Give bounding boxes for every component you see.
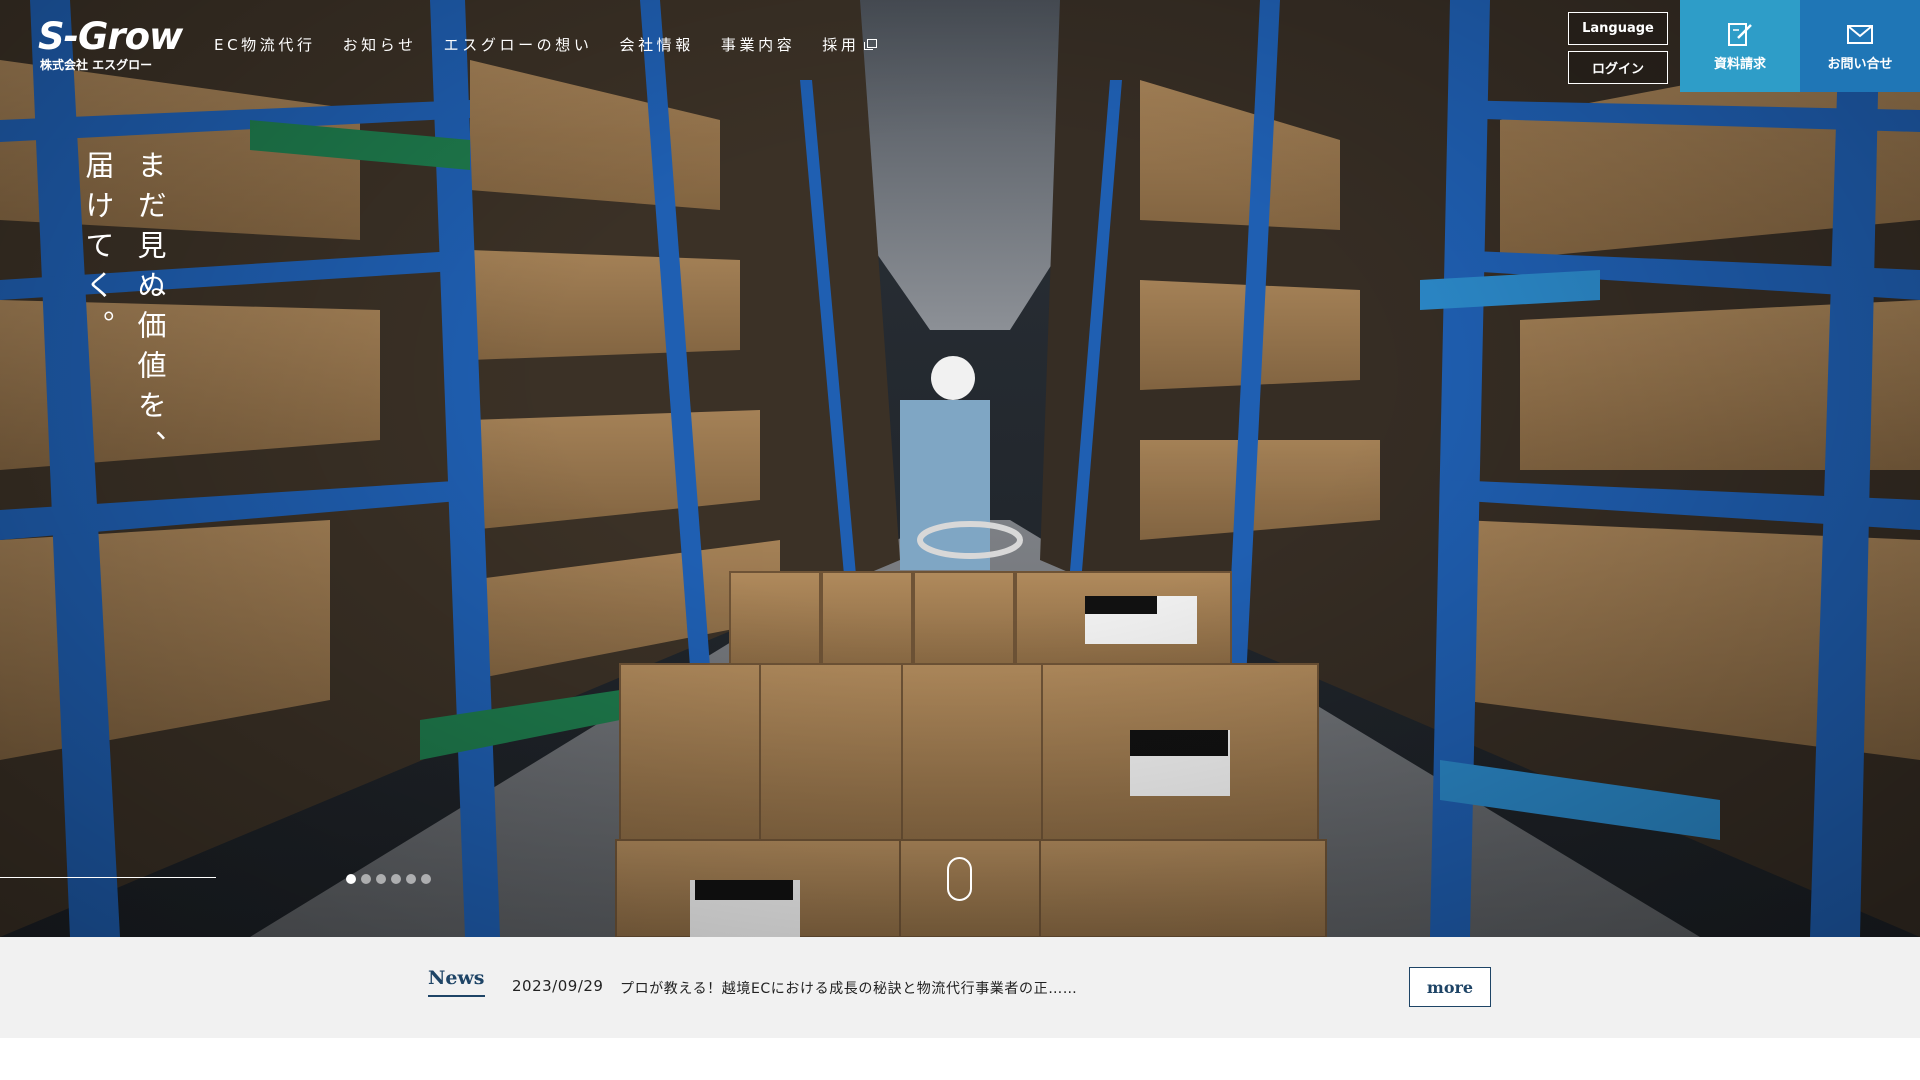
news-more-button[interactable]: more [1409, 967, 1491, 1007]
slide-dots [346, 874, 431, 884]
slide-dot[interactable] [346, 874, 356, 884]
slide-dot[interactable] [361, 874, 371, 884]
nav-item-recruit-label: 採用 [822, 36, 860, 54]
language-button[interactable]: Language [1568, 12, 1668, 45]
contact-button[interactable]: お問い合せ [1800, 0, 1920, 92]
news-date: 2023/09/29 [512, 977, 604, 995]
login-button[interactable]: ログイン [1568, 51, 1668, 84]
slide-progress-line [0, 877, 216, 878]
hero-warehouse-image [0, 0, 1920, 937]
contact-label: お問い合せ [1827, 56, 1893, 72]
envelope-icon [1847, 24, 1873, 44]
logo-company-name: 株式会社 エスグロー [40, 58, 153, 72]
slide-dot[interactable] [406, 874, 416, 884]
slide-dot[interactable] [421, 874, 431, 884]
news-bar: News 2023/09/29 プロが教える！越境ECにおける成長の秘訣と物流代… [0, 937, 1920, 1038]
site-logo[interactable]: S-Grow 株式会社 エスグロー [38, 16, 188, 74]
scroll-indicator[interactable] [947, 857, 972, 901]
nav-item-news[interactable]: お知らせ [343, 34, 417, 55]
news-title-link[interactable]: プロが教える！越境ECにおける成長の秘訣と物流代行事業者の正…… [620, 978, 1077, 998]
main-nav: EC物流代行 お知らせ エスグローの想い 会社情報 事業内容 採用 [214, 34, 903, 55]
slide-dot[interactable] [376, 874, 386, 884]
hero-section: まだ見ぬ価値を、 届けてく。 [0, 0, 1920, 937]
site-header: S-Grow 株式会社 エスグロー EC物流代行 お知らせ エスグローの想い 会… [0, 0, 1920, 92]
nav-item-ec-logistics[interactable]: EC物流代行 [214, 34, 316, 55]
external-link-icon [863, 39, 877, 50]
nav-item-philosophy[interactable]: エスグローの想い [444, 34, 593, 55]
news-heading: News [428, 967, 485, 997]
logo-wordmark: S-Grow [38, 15, 183, 58]
document-pencil-icon [1728, 22, 1752, 46]
nav-item-recruit[interactable]: 採用 [822, 34, 877, 55]
slide-dot[interactable] [391, 874, 401, 884]
request-document-label: 資料請求 [1713, 56, 1766, 72]
nav-item-business[interactable]: 事業内容 [721, 34, 795, 55]
request-document-button[interactable]: 資料請求 [1680, 0, 1800, 92]
hero-tagline: まだ見ぬ価値を、 届けてく。 [81, 150, 167, 470]
nav-item-company[interactable]: 会社情報 [619, 34, 693, 55]
